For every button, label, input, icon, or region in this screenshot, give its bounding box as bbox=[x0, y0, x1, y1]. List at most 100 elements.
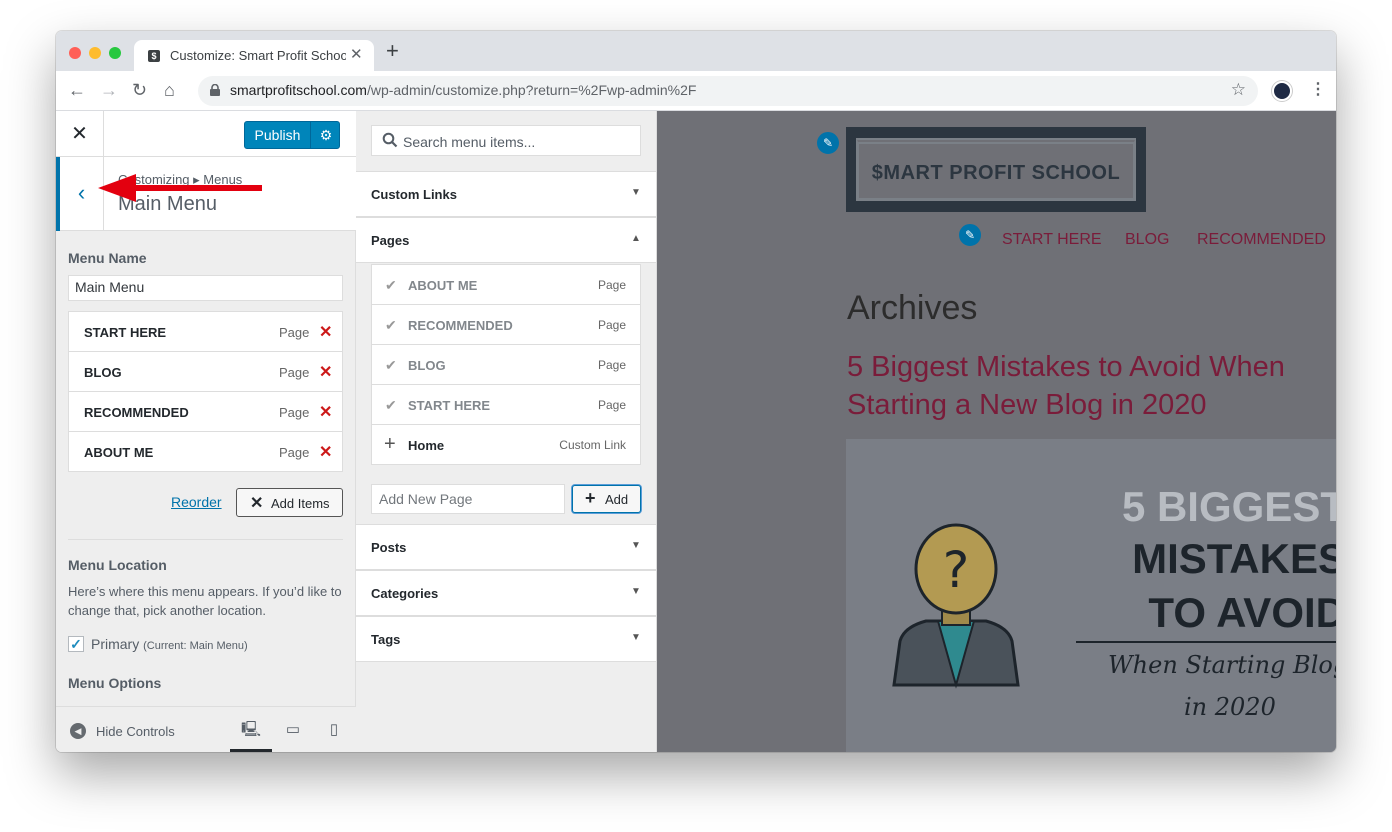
menu-item-type: Page bbox=[279, 445, 310, 460]
tablet-preview-icon[interactable]: ▭ bbox=[282, 719, 304, 741]
menu-name-input[interactable]: Main Menu bbox=[68, 275, 343, 301]
publish-settings-gear-icon[interactable]: ⚙ bbox=[312, 122, 340, 148]
forward-arrow-icon[interactable]: → bbox=[100, 80, 118, 100]
desktop-preview-icon[interactable]: 🖳 bbox=[230, 719, 272, 752]
caret-up-icon: ▲ bbox=[631, 233, 641, 244]
menu-item-type: Page bbox=[279, 325, 310, 340]
menu-item-title: BLOG bbox=[84, 365, 122, 380]
edit-menu-pencil-icon[interactable]: ✎ bbox=[957, 222, 983, 248]
preview-nav-start-here[interactable]: START HERE bbox=[1002, 231, 1102, 249]
publish-button[interactable]: Publish ⚙ bbox=[244, 121, 340, 149]
menu-item[interactable]: ABOUT ME Page ✕ bbox=[68, 431, 343, 472]
accordion-title: Pages bbox=[371, 233, 410, 248]
checkmark-icon: ✔ bbox=[385, 397, 397, 413]
publish-label: Publish bbox=[245, 122, 311, 148]
page-item-title: BLOG bbox=[408, 358, 446, 373]
remove-item-icon[interactable]: ✕ bbox=[319, 402, 332, 422]
add-items-x-icon: ✕ bbox=[250, 495, 264, 512]
page-item[interactable]: ✔ BLOG Page bbox=[371, 344, 641, 385]
accordion-title: Custom Links bbox=[371, 187, 457, 202]
edit-logo-pencil-icon[interactable]: ✎ bbox=[815, 130, 841, 156]
browser-tab[interactable]: $ Customize: Smart Profit School ✕ bbox=[134, 40, 374, 71]
page-item[interactable]: ✔ START HERE Page bbox=[371, 384, 641, 425]
reorder-link[interactable]: Reorder bbox=[171, 494, 222, 510]
post-title-link[interactable]: 5 Biggest Mistakes to Avoid When Startin… bbox=[847, 348, 1336, 424]
page-item[interactable]: + Home Custom Link bbox=[371, 424, 641, 465]
preview-nav-blog[interactable]: BLOG bbox=[1125, 231, 1169, 249]
search-menu-items-input[interactable]: Search menu items... bbox=[371, 125, 641, 156]
accordion-title: Posts bbox=[371, 540, 407, 555]
page-item[interactable]: ✔ ABOUT ME Page bbox=[371, 264, 641, 305]
customizer-footer: ◀ Hide Controls 🖳 ▭ ▯ bbox=[56, 706, 356, 752]
minimize-window-button[interactable] bbox=[89, 47, 101, 59]
page-item-type: Page bbox=[597, 398, 626, 412]
close-customizer-icon[interactable]: ✕ bbox=[56, 111, 104, 157]
accordion-tags[interactable]: Tags ▼ bbox=[356, 616, 656, 662]
menu-item[interactable]: BLOG Page ✕ bbox=[68, 351, 343, 392]
page-item-title: ABOUT ME bbox=[408, 278, 478, 293]
menu-options-label: Menu Options bbox=[68, 675, 162, 691]
reload-icon[interactable]: ↻ bbox=[132, 80, 147, 100]
page-item-type: Custom Link bbox=[559, 438, 626, 452]
menu-item[interactable]: RECOMMENDED Page ✕ bbox=[68, 391, 343, 432]
section-divider bbox=[68, 539, 343, 540]
accordion-pages[interactable]: Pages ▲ bbox=[356, 217, 656, 263]
accordion-custom-links[interactable]: Custom Links ▼ bbox=[356, 171, 656, 217]
accordion-posts[interactable]: Posts ▼ bbox=[356, 524, 656, 570]
checkmark-icon: ✔ bbox=[385, 277, 397, 293]
primary-location-checkbox[interactable]: ✓ bbox=[68, 636, 84, 652]
page-item-title: Home bbox=[408, 438, 445, 453]
menu-item-title: ABOUT ME bbox=[84, 445, 154, 460]
menu-location-description: Here’s where this menu appears. If you’d… bbox=[68, 584, 342, 618]
home-icon[interactable]: ⌂ bbox=[164, 80, 175, 100]
favicon-icon: $ bbox=[148, 50, 160, 62]
accordion-title: Categories bbox=[371, 586, 439, 601]
checkmark-icon: ✔ bbox=[385, 317, 397, 333]
profile-avatar[interactable] bbox=[1272, 81, 1292, 101]
checkmark-icon: ✔ bbox=[385, 357, 397, 373]
accordion-title: Tags bbox=[371, 632, 401, 647]
page-content: ✕ Publish ⚙ ‹ Customizing ▸ Menus Main M… bbox=[56, 111, 1336, 752]
image-headline-1: 5 BIGGEST bbox=[1121, 483, 1336, 530]
site-logo-frame: $MART PROFIT SCHOOL bbox=[856, 138, 1136, 201]
caret-down-icon: ▼ bbox=[631, 187, 641, 198]
image-divider bbox=[1076, 641, 1336, 643]
tab-title: Customize: Smart Profit School bbox=[170, 48, 346, 63]
customizer-header: ✕ Publish ⚙ bbox=[56, 111, 356, 157]
mobile-preview-icon[interactable]: ▯ bbox=[323, 719, 345, 741]
add-new-page-input[interactable]: Add New Page bbox=[371, 484, 565, 514]
back-arrow-icon[interactable]: ← bbox=[68, 80, 86, 100]
search-placeholder: Search menu items... bbox=[403, 134, 536, 150]
maximize-window-button[interactable] bbox=[109, 47, 121, 59]
remove-item-icon[interactable]: ✕ bbox=[319, 362, 332, 382]
pages-list-container: ✔ ABOUT ME Page ✔ RECOMMENDED Page ✔ BLO… bbox=[356, 264, 656, 524]
remove-item-icon[interactable]: ✕ bbox=[319, 442, 332, 462]
close-window-button[interactable] bbox=[69, 47, 81, 59]
address-bar[interactable]: smartprofitschool.com/wp-admin/customize… bbox=[198, 76, 1258, 106]
page-item-type: Page bbox=[597, 358, 626, 372]
remove-item-icon[interactable]: ✕ bbox=[319, 322, 332, 342]
pages-list: ✔ ABOUT ME Page ✔ RECOMMENDED Page ✔ BLO… bbox=[371, 264, 641, 465]
customizer-panel: ✕ Publish ⚙ ‹ Customizing ▸ Menus Main M… bbox=[56, 111, 356, 752]
preview-nav-recommended[interactable]: RECOMMENDED bbox=[1197, 231, 1326, 249]
new-tab-button[interactable]: + bbox=[386, 40, 399, 62]
more-menu-icon[interactable]: ⋮ bbox=[1310, 79, 1326, 99]
tab-close-icon[interactable]: ✕ bbox=[350, 45, 363, 63]
menu-items-list: START HERE Page ✕ BLOG Page ✕ RECOMMENDE… bbox=[68, 311, 343, 472]
site-logo[interactable]: $MART PROFIT SCHOOL bbox=[846, 127, 1146, 212]
accordion-categories[interactable]: Categories ▼ bbox=[356, 570, 656, 616]
menu-item[interactable]: START HERE Page ✕ bbox=[68, 311, 343, 352]
browser-toolbar: ← → ↻ ⌂ smartprofitschool.com/wp-admin/c… bbox=[56, 71, 1336, 111]
hide-controls-icon[interactable]: ◀ bbox=[70, 723, 86, 739]
plus-icon: + bbox=[384, 433, 396, 455]
add-items-button[interactable]: ✕ Add Items bbox=[236, 488, 343, 517]
page-item[interactable]: ✔ RECOMMENDED Page bbox=[371, 304, 641, 345]
search-icon bbox=[382, 132, 398, 148]
add-page-button[interactable]: + Add bbox=[572, 485, 641, 513]
featured-image[interactable]: ? 5 BIGGEST MISTAKES TO AVOID When Start… bbox=[846, 439, 1336, 752]
hide-controls-button[interactable]: Hide Controls bbox=[96, 724, 175, 739]
red-annotation-arrow-icon bbox=[98, 174, 262, 202]
bookmark-star-icon[interactable]: ☆ bbox=[1231, 80, 1246, 100]
primary-location-label: Primary (Current: Main Menu) bbox=[91, 636, 248, 652]
page-item-title: START HERE bbox=[408, 398, 491, 413]
